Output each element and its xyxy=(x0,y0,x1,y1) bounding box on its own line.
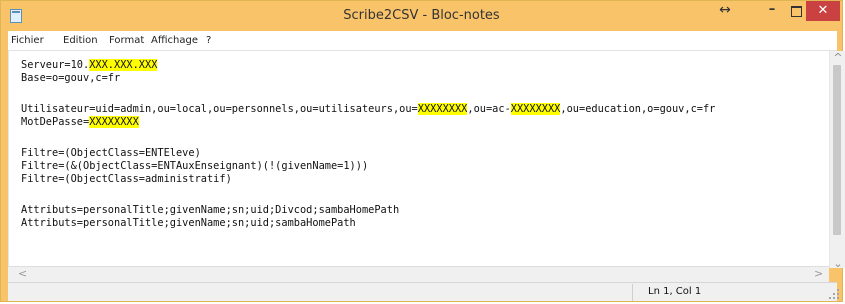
resize-icon[interactable]: ↔ xyxy=(713,1,737,21)
text-line: Filtre=(ObjectClass=ENTEleve) xyxy=(21,147,201,160)
status-bar: Ln 1, Col 1 xyxy=(8,282,837,301)
menu-help[interactable]: ? xyxy=(206,35,211,46)
scroll-right-icon[interactable]: > xyxy=(814,267,823,280)
redacted-highlight: XXX.XXX.XXX xyxy=(89,59,158,71)
cursor-position: Ln 1, Col 1 xyxy=(648,286,702,297)
text-editor[interactable]: Serveur=10.XXX.XXX.XXX Base=o=gouv,c=fr Ut… xyxy=(8,51,829,266)
horizontal-scrollbar[interactable]: < > xyxy=(8,266,829,282)
notepad-window: Scribe2CSV - Bloc-notes ↔ – ✕ Fichier Ed… xyxy=(0,0,845,302)
scroll-down-icon[interactable]: ⌄ xyxy=(830,257,845,270)
close-button[interactable]: ✕ xyxy=(806,1,840,21)
text-line: Attributs=personalTitle;givenName;sn;uid… xyxy=(21,217,356,230)
text-line: Serveur=10.XXX.XXX.XXX xyxy=(21,59,158,72)
menu-edit[interactable]: Edition xyxy=(63,35,98,46)
status-divider xyxy=(632,284,633,301)
text-segment: Serveur=10. xyxy=(21,59,90,71)
text-segment: ,ou=education,o=gouv,c=fr xyxy=(560,103,716,115)
maximize-icon xyxy=(790,6,802,17)
text-segment: Utilisateur=uid=admin,ou=local,ou=person… xyxy=(21,103,418,115)
text-segment: MotDePasse= xyxy=(21,116,90,128)
text-line: Filtre=(ObjectClass=administratif) xyxy=(21,173,232,186)
title-bar[interactable]: Scribe2CSV - Bloc-notes ↔ – ✕ xyxy=(1,1,842,31)
text-line: Utilisateur=uid=admin,ou=local,ou=person… xyxy=(21,103,715,116)
scroll-left-icon[interactable]: < xyxy=(18,267,27,280)
menu-format[interactable]: Format xyxy=(109,35,144,46)
text-segment: Filtre=(ObjectClass=administratif) xyxy=(21,173,232,185)
menu-view[interactable]: Affichage xyxy=(151,35,198,46)
text-line: Filtre=(&(ObjectClass=ENTAuxEnseignant)(… xyxy=(21,160,368,173)
text-segment: Base=o=gouv,c=fr xyxy=(21,72,121,84)
menu-bar: Fichier Edition Format Affichage ? xyxy=(8,31,837,51)
redacted-highlight: XXXXXXXX xyxy=(510,103,561,115)
text-segment: Attributs=personalTitle;givenName;sn;uid… xyxy=(21,217,356,229)
scroll-up-icon[interactable]: ^ xyxy=(830,51,845,64)
maximize-button[interactable] xyxy=(785,1,807,21)
vertical-scroll-thumb[interactable] xyxy=(833,65,841,235)
text-line: MotDePasse=XXXXXXXX xyxy=(21,116,139,129)
vertical-scrollbar[interactable]: ^ ⌄ xyxy=(829,51,845,270)
text-segment: Attributs=personalTitle;givenName;sn;uid… xyxy=(21,204,400,216)
resize-grip-icon[interactable] xyxy=(825,285,841,301)
text-line: Attributs=personalTitle;givenName;sn;uid… xyxy=(21,204,399,217)
menu-file[interactable]: Fichier xyxy=(11,35,44,46)
redacted-highlight: XXXXXXXX xyxy=(89,116,139,128)
minimize-button[interactable]: – xyxy=(761,1,783,21)
redacted-highlight: XXXXXXXX xyxy=(417,103,468,115)
text-segment: Filtre=(&(ObjectClass=ENTAuxEnseignant)(… xyxy=(21,160,369,172)
text-segment: ,ou=ac- xyxy=(467,103,511,115)
text-segment: Filtre=(ObjectClass=ENTEleve) xyxy=(21,147,201,159)
text-line: Base=o=gouv,c=fr xyxy=(21,72,120,85)
